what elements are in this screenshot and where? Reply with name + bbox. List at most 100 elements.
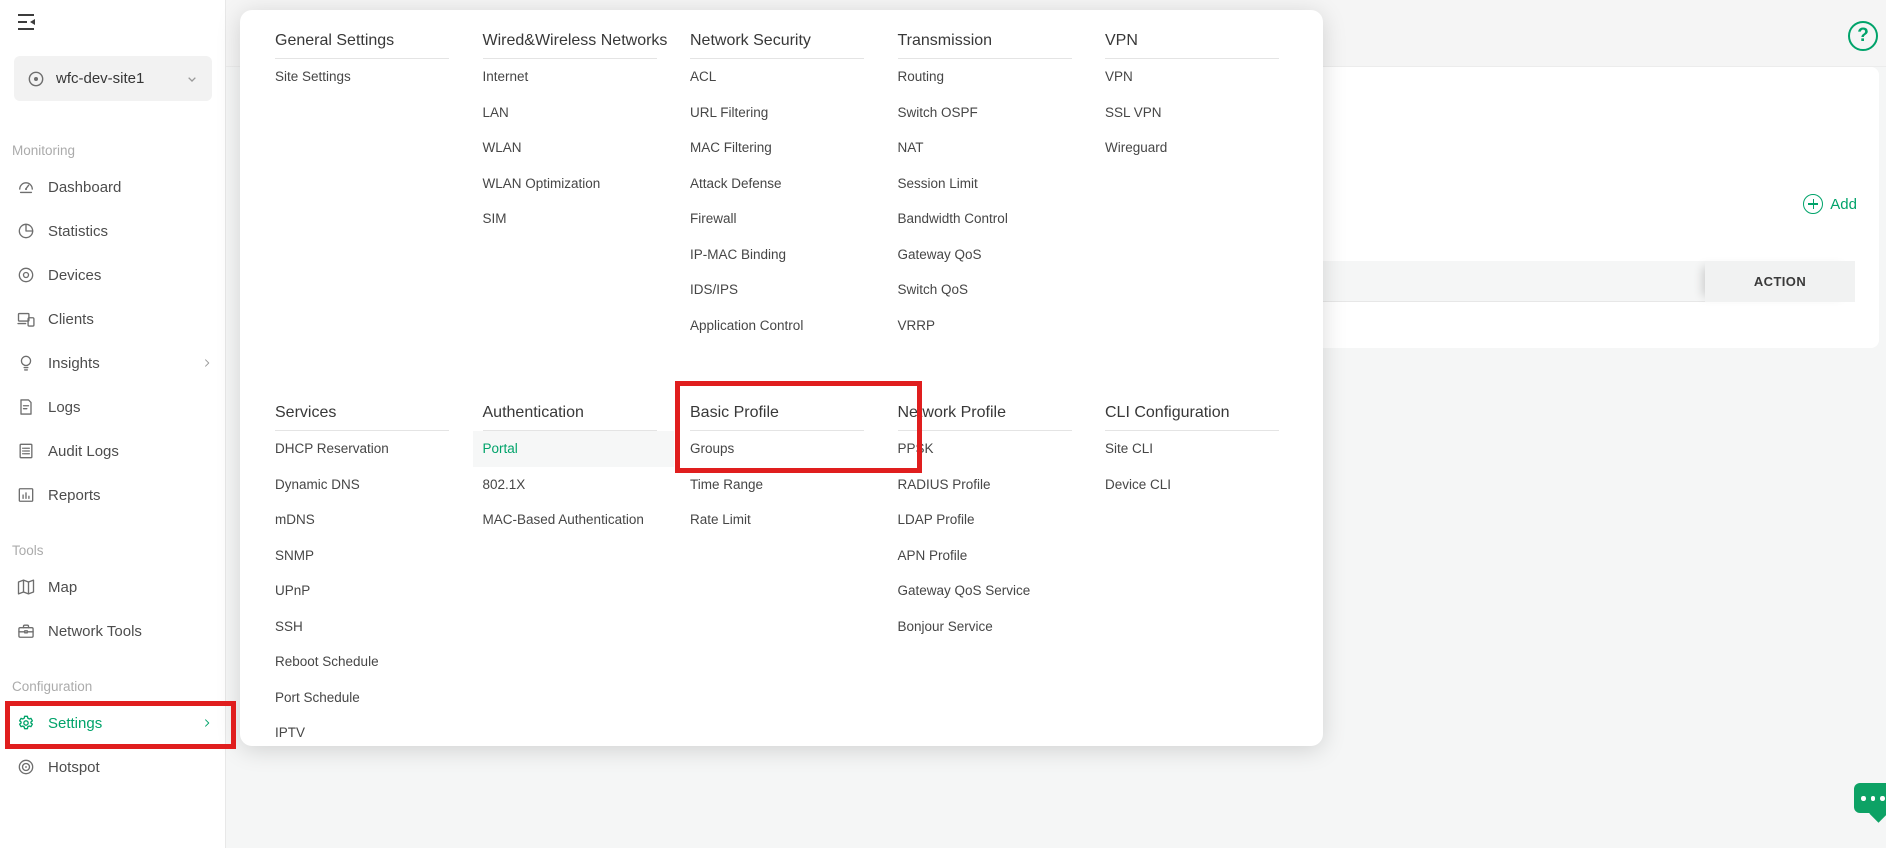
menu-section-title: CLI Configuration <box>1105 401 1279 425</box>
menu-item-dynamic-dns[interactable]: Dynamic DNS <box>275 467 449 503</box>
hotspot-icon <box>16 757 36 777</box>
sidebar-item-label: Settings <box>48 715 188 732</box>
menu-section-network-profile: Network Profile PPSKRADIUS ProfileLDAP Pr… <box>898 401 1072 644</box>
chat-bubble-icon[interactable] <box>1854 783 1886 813</box>
menu-item-application-control[interactable]: Application Control <box>690 308 864 344</box>
menu-item-portal[interactable]: Portal <box>473 431 674 467</box>
add-button[interactable]: Add <box>1803 194 1857 214</box>
audit-logs-icon <box>16 441 36 461</box>
menu-item-attack-defense[interactable]: Attack Defense <box>690 166 864 202</box>
menu-item-routing[interactable]: Routing <box>898 59 1072 95</box>
settings-mega-menu: General SettingsSite Settings Wired&Wirel… <box>240 10 1323 746</box>
menu-item-vrrp[interactable]: VRRP <box>898 308 1072 344</box>
menu-item-iptv[interactable]: IPTV <box>275 715 449 751</box>
menu-item-site-settings[interactable]: Site Settings <box>275 59 449 95</box>
sidebar-item-label: Logs <box>48 399 226 416</box>
menu-item-internet[interactable]: Internet <box>483 59 657 95</box>
menu-item-ldap-profile[interactable]: LDAP Profile <box>898 502 1072 538</box>
menu-item-apn-profile[interactable]: APN Profile <box>898 538 1072 574</box>
sidebar-item-hotspot[interactable]: Hotspot <box>0 745 226 789</box>
menu-section-title: Transmission <box>898 29 1072 53</box>
sidebar-item-devices[interactable]: Devices <box>0 253 226 297</box>
chat-bubble-tail <box>1869 804 1886 822</box>
menu-item-wlan-optimization[interactable]: WLAN Optimization <box>483 166 657 202</box>
sidebar-nav: MonitoringDashboardStatisticsDevicesClie… <box>0 101 226 789</box>
menu-item-device-cli[interactable]: Device CLI <box>1105 467 1279 503</box>
menu-item-switch-ospf[interactable]: Switch OSPF <box>898 95 1072 131</box>
chevron-right-icon <box>200 716 214 730</box>
menu-item-ssh[interactable]: SSH <box>275 609 449 645</box>
sidebar-section-label: Configuration <box>0 673 226 701</box>
menu-section-title: Basic Profile <box>690 401 864 425</box>
sidebar-item-map[interactable]: Map <box>0 565 226 609</box>
menu-item-acl[interactable]: ACL <box>690 59 864 95</box>
menu-item-switch-qos[interactable]: Switch QoS <box>898 272 1072 308</box>
menu-item-snmp[interactable]: SNMP <box>275 538 449 574</box>
menu-item-ip-mac-binding[interactable]: IP-MAC Binding <box>690 237 864 273</box>
sidebar-item-statistics[interactable]: Statistics <box>0 209 226 253</box>
table-header-action: ACTION <box>1705 261 1855 302</box>
menu-section-general-settings: General SettingsSite Settings <box>275 29 449 95</box>
sidebar-item-network-tools[interactable]: Network Tools <box>0 609 226 653</box>
menu-item-ppsk[interactable]: PPSK <box>898 431 1072 467</box>
menu-item-firewall[interactable]: Firewall <box>690 201 864 237</box>
sidebar-item-label: Dashboard <box>48 179 226 196</box>
menu-item-session-limit[interactable]: Session Limit <box>898 166 1072 202</box>
chat-bubble-dots <box>1861 796 1885 801</box>
sidebar-item-label: Reports <box>48 487 226 504</box>
menu-section-title: Network Profile <box>898 401 1072 425</box>
menu-item-site-cli[interactable]: Site CLI <box>1105 431 1279 467</box>
help-icon[interactable]: ? <box>1848 21 1878 51</box>
menu-item-vpn[interactable]: VPN <box>1105 59 1279 95</box>
menu-item-nat[interactable]: NAT <box>898 130 1072 166</box>
menu-item-802-1x[interactable]: 802.1X <box>483 467 657 503</box>
menu-item-groups[interactable]: Groups <box>690 431 864 467</box>
menu-item-time-range[interactable]: Time Range <box>690 467 864 503</box>
menu-section-title: Authentication <box>483 401 657 425</box>
sidebar-item-reports[interactable]: Reports <box>0 473 226 517</box>
menu-item-rate-limit[interactable]: Rate Limit <box>690 502 864 538</box>
sidebar-item-label: Network Tools <box>48 623 226 640</box>
menu-item-mac-filtering[interactable]: MAC Filtering <box>690 130 864 166</box>
menu-item-port-schedule[interactable]: Port Schedule <box>275 680 449 716</box>
sidebar-item-logs[interactable]: Logs <box>0 385 226 429</box>
gear-icon <box>16 713 36 733</box>
menu-item-gateway-qos[interactable]: Gateway QoS <box>898 237 1072 273</box>
sidebar-item-label: Clients <box>48 311 226 328</box>
menu-item-bonjour-service[interactable]: Bonjour Service <box>898 609 1072 645</box>
sidebar-item-audit-logs[interactable]: Audit Logs <box>0 429 226 473</box>
menu-section-title: Network Security <box>690 29 864 53</box>
sidebar-item-label: Insights <box>48 355 188 372</box>
chevron-right-icon <box>200 356 214 370</box>
menu-section-network-security: Network Security ACLURL FilteringMAC Filt… <box>690 29 864 343</box>
chevron-down-icon <box>184 71 200 87</box>
location-icon <box>26 69 46 89</box>
sidebar-item-settings[interactable]: Settings <box>0 701 226 745</box>
menu-item-mac-based-authentication[interactable]: MAC-Based Authentication <box>483 502 657 538</box>
map-icon <box>16 577 36 597</box>
site-selector[interactable]: wfc-dev-site1 <box>14 56 212 101</box>
menu-item-bandwidth-control[interactable]: Bandwidth Control <box>898 201 1072 237</box>
sidebar-item-dashboard[interactable]: Dashboard <box>0 165 226 209</box>
menu-item-wireguard[interactable]: Wireguard <box>1105 130 1279 166</box>
sidebar-item-label: Devices <box>48 267 226 284</box>
menu-section-wired-wireless-networks: Wired&Wireless NetworksInternetLANWLANWL… <box>483 29 657 237</box>
menu-item-reboot-schedule[interactable]: Reboot Schedule <box>275 644 449 680</box>
menu-item-wlan[interactable]: WLAN <box>483 130 657 166</box>
collapse-sidebar-icon[interactable] <box>14 10 38 34</box>
menu-item-url-filtering[interactable]: URL Filtering <box>690 95 864 131</box>
sidebar-item-clients[interactable]: Clients <box>0 297 226 341</box>
add-icon <box>1803 194 1823 214</box>
menu-item-ssl-vpn[interactable]: SSL VPN <box>1105 95 1279 131</box>
menu-item-sim[interactable]: SIM <box>483 201 657 237</box>
statistics-icon <box>16 221 36 241</box>
menu-item-dhcp-reservation[interactable]: DHCP Reservation <box>275 431 449 467</box>
menu-item-upnp[interactable]: UPnP <box>275 573 449 609</box>
menu-item-lan[interactable]: LAN <box>483 95 657 131</box>
menu-item-ids-ips[interactable]: IDS/IPS <box>690 272 864 308</box>
menu-item-radius-profile[interactable]: RADIUS Profile <box>898 467 1072 503</box>
devices-icon <box>16 265 36 285</box>
menu-item-mdns[interactable]: mDNS <box>275 502 449 538</box>
menu-item-gateway-qos-service[interactable]: Gateway QoS Service <box>898 573 1072 609</box>
sidebar-item-insights[interactable]: Insights <box>0 341 226 385</box>
